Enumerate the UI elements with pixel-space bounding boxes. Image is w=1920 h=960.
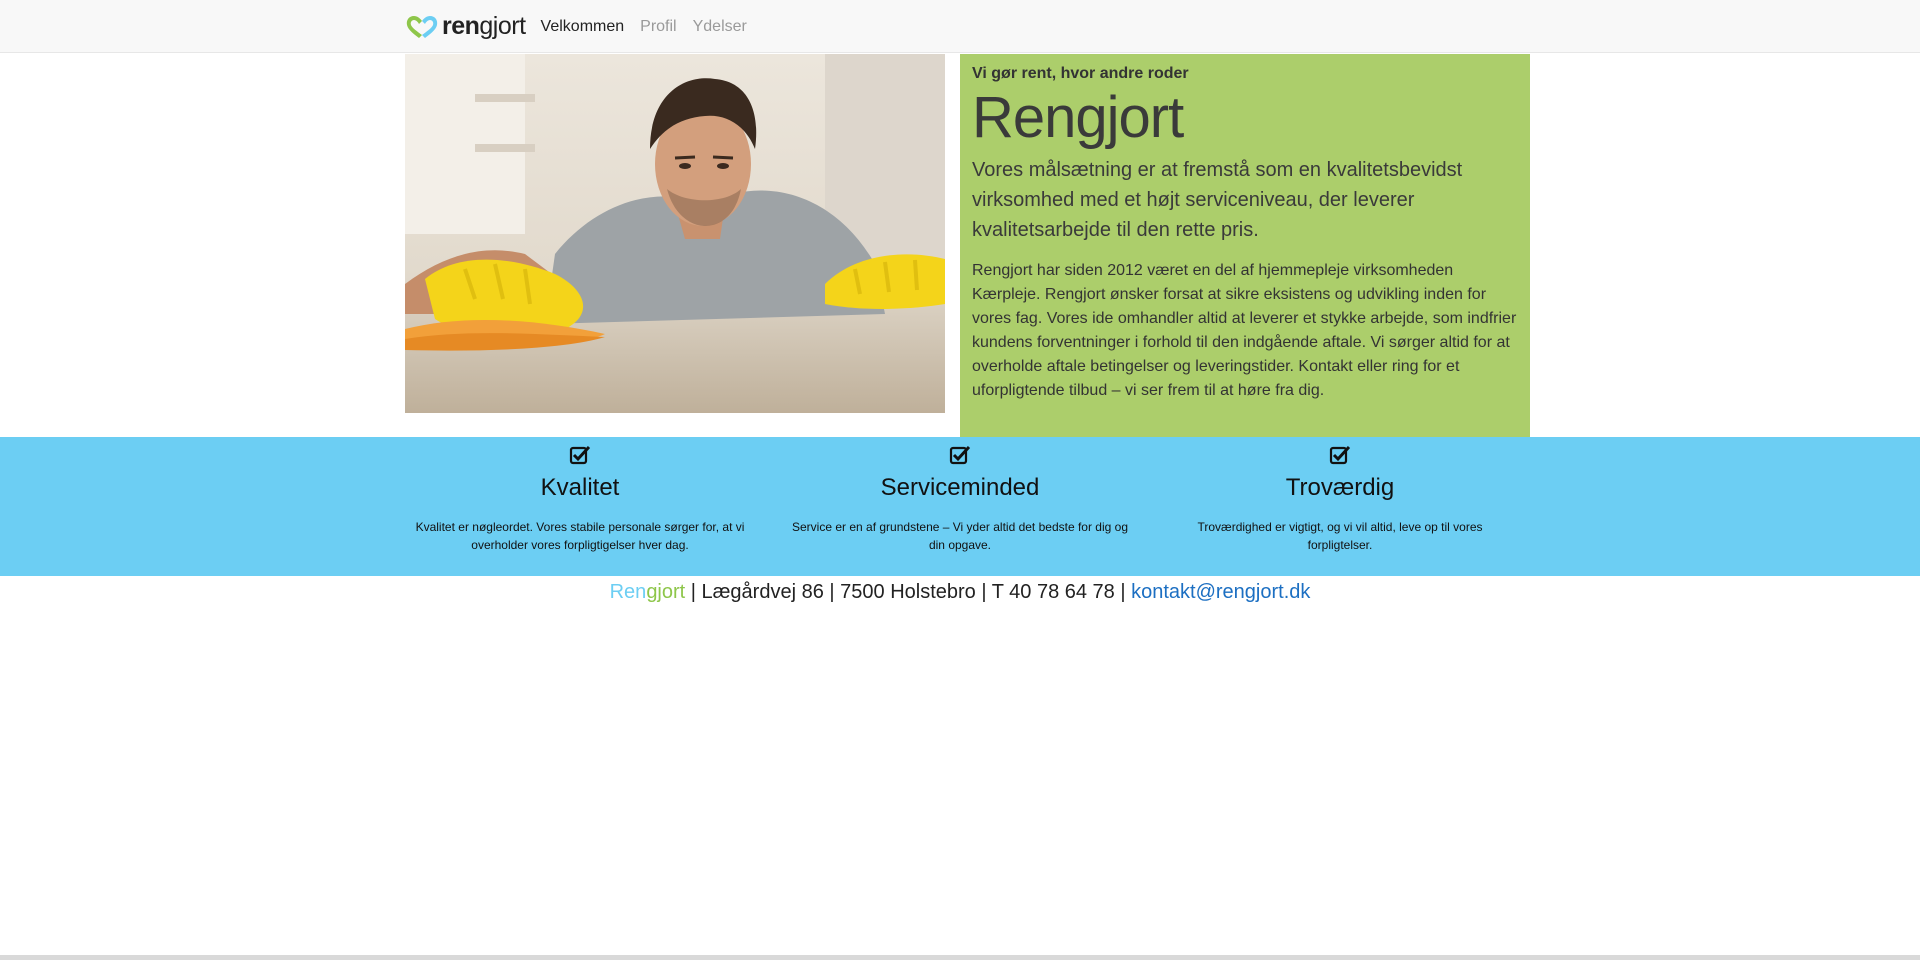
footer-email-link[interactable]: kontakt@rengjort.dk (1131, 581, 1310, 603)
feature-title: Serviceminded (880, 474, 1040, 501)
nav-link-profil[interactable]: Profil (640, 18, 676, 36)
hero-title: Rengjort (972, 85, 1184, 150)
footer-brand: Rengjort (610, 581, 686, 603)
features-band: Kvalitet Kvalitet er nøgleordet. Vores s… (0, 437, 1920, 576)
feature-text: Troværdighed er vigtigt, og vi vil altid… (1197, 520, 1483, 552)
brand-name: rengjort (442, 12, 526, 41)
feature-text: Service er en af grundstene – Vi yder al… (792, 520, 1128, 552)
feature-text: Kvalitet er nøgleordet. Vores stabile pe… (415, 520, 745, 552)
footer-address: | Lægårdvej 86 | 7500 Holstebro | T 40 7… (685, 581, 1132, 603)
hero-body: Rengjort har siden 2012 været en del af … (972, 262, 1517, 399)
navbar-inner: rengjort Velkommen Profil Ydelser (405, 0, 763, 53)
heart-logo-icon (406, 15, 438, 38)
footer-brand-part1: Ren (609, 581, 647, 603)
navbar: rengjort Velkommen Profil Ydelser (0, 0, 1920, 53)
brand-name-regular: gjort (479, 12, 526, 40)
feature-title: Troværdig (1285, 474, 1395, 501)
feature-title: Kvalitet (540, 474, 620, 501)
checkbox-icon (949, 445, 971, 465)
brand-logo-link[interactable]: rengjort (405, 12, 526, 41)
feature-trovaerdig: Troværdig Troværdighed er vigtigt, og vi… (1165, 437, 1515, 554)
hero-tagline: Vi gør rent, hvor andre roder (972, 65, 1189, 82)
feature-serviceminded: Serviceminded Service er en af grundsten… (785, 437, 1135, 554)
cleaning-man-illustration (405, 54, 945, 413)
brand-name-bold: ren (442, 12, 480, 40)
checkbox-icon (569, 445, 591, 465)
checkbox-icon (1329, 445, 1351, 465)
footer: Rengjort | Lægårdvej 86 | 7500 Holstebro… (0, 578, 1920, 606)
hero-lead: Vores målsætning er at fremstå som en kv… (972, 159, 1463, 241)
hero-image (405, 54, 945, 413)
footer-brand-part2: gjort (646, 581, 686, 603)
bottom-strip (0, 955, 1920, 960)
hero-panel: Vi gør rent, hvor andre roder Rengjort V… (960, 54, 1530, 437)
nav-link-ydelser[interactable]: Ydelser (693, 18, 747, 36)
nav-link-velkommen[interactable]: Velkommen (541, 18, 625, 36)
feature-kvalitet: Kvalitet Kvalitet er nøgleordet. Vores s… (405, 437, 755, 554)
